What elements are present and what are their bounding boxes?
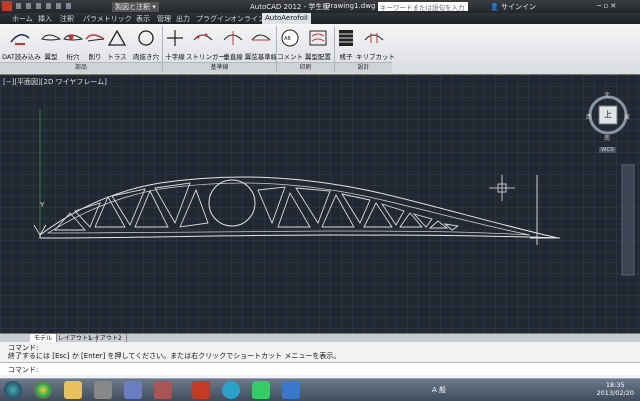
ribbon-panel: DAT読み込み 翼型 桁穴 削り トラス 肉抜き穴 十字線 ストリンガー 垂直線… — [0, 24, 640, 75]
group-design: 設計 — [335, 62, 392, 73]
stringer-icon — [193, 33, 213, 41]
airfoil-icon — [41, 34, 62, 41]
viewport-controls[interactable]: [−][平面図][2D ワイヤフレーム] — [3, 77, 107, 87]
vertical-line-icon — [223, 31, 243, 45]
drawing-canvas[interactable]: 上 北 南 西 東 WCS Y — [0, 75, 640, 333]
svg-text:AB: AB — [284, 36, 291, 42]
rib-cut-icon — [364, 33, 384, 43]
import-icon — [10, 34, 30, 45]
command-history-2: 終了するには [Esc] か [Enter] を押してください。または右クリック… — [8, 352, 341, 360]
title-bar: 製図と注釈 ▾ AutoCAD 2012 - 学生版 Drawing1.dwg … — [0, 0, 640, 14]
dat-import-button[interactable]: DAT読み込み — [2, 26, 41, 64]
app-logo-icon[interactable] — [2, 1, 12, 11]
start-button-icon[interactable] — [4, 381, 22, 399]
drawing-svg — [33, 95, 635, 276]
crosshair-button[interactable]: 十字線 — [162, 26, 188, 64]
windows-taskbar: A 般 18:35 2013/02/20 — [0, 378, 640, 401]
file-name: Drawing1.dwg — [325, 2, 376, 10]
chrome-icon[interactable] — [34, 381, 52, 399]
tab-plugin[interactable]: プラグイン — [196, 14, 231, 24]
group-print: 印刷 — [277, 62, 334, 73]
viewcube-top[interactable]: 上 — [604, 109, 612, 120]
media-icon[interactable] — [222, 381, 240, 399]
truss-button[interactable]: トラス — [104, 26, 130, 64]
cut-icon — [85, 34, 105, 42]
command-input[interactable]: コマンド: — [0, 362, 640, 375]
rib-icon — [339, 30, 353, 46]
cursor-crosshair-icon — [489, 175, 515, 201]
vertical-line-button[interactable]: 垂直線 — [220, 26, 246, 64]
truss-holes[interactable] — [54, 182, 460, 231]
airfoil-layout-button[interactable]: 翼型配置 — [302, 26, 334, 64]
truss-icon — [107, 29, 127, 46]
tab-manage[interactable]: 管理 — [157, 14, 171, 24]
group-reference-lines: 基準線 — [163, 62, 276, 73]
tab-online[interactable]: オンライン — [230, 14, 265, 24]
quick-access-icons[interactable] — [16, 3, 76, 9]
lightening-hole-button[interactable]: 肉抜き穴 — [130, 26, 162, 64]
rib-button[interactable]: 桟子 — [334, 26, 358, 64]
clock-time: 18:35 — [605, 381, 625, 389]
command-prompt: コマンド: — [8, 366, 39, 374]
signin-button[interactable]: 👤 サインイン — [490, 2, 536, 12]
tab-insert[interactable]: 挿入 — [38, 14, 52, 24]
folder-icon[interactable] — [64, 381, 82, 399]
app2-icon[interactable] — [154, 381, 172, 399]
notepad-icon[interactable] — [124, 381, 142, 399]
app3-icon[interactable] — [252, 381, 270, 399]
chord-line-icon — [251, 34, 271, 41]
chord-line-button[interactable]: 翼弦基準線 — [244, 26, 278, 64]
tab-view[interactable]: 表示 — [136, 14, 150, 24]
autocad-icon[interactable] — [192, 381, 210, 399]
spar-hole-icon — [63, 34, 84, 41]
tab-autoaerofoil[interactable]: AutoAerofoil — [262, 13, 311, 24]
viewcube-south[interactable]: 南 — [604, 133, 610, 142]
viewcube-north[interactable]: 北 — [604, 90, 610, 99]
wcs-menu[interactable]: WCS — [599, 147, 616, 153]
navigation-bar[interactable] — [621, 164, 635, 276]
tab-parametric[interactable]: パラメトリック — [83, 14, 132, 24]
stringer-button[interactable]: ストリンガー — [186, 26, 225, 64]
app-icon[interactable] — [94, 381, 112, 399]
clock-date: 2013/02/20 — [596, 389, 634, 397]
viewcube-east[interactable]: 東 — [624, 112, 630, 121]
crosshair-icon — [167, 30, 183, 46]
viewcube-west[interactable]: 西 — [586, 112, 592, 121]
airfoil-layout-icon — [309, 30, 327, 46]
workspace-select[interactable]: 製図と注釈 ▾ — [112, 2, 159, 12]
group-parts: 部品 — [0, 62, 162, 73]
tab-output[interactable]: 出力 — [176, 14, 190, 24]
word-icon[interactable] — [282, 381, 300, 399]
y-axis-label: Y — [40, 201, 45, 209]
tab-home[interactable]: ホーム — [12, 14, 33, 24]
ime-indicator[interactable]: A 般 — [432, 385, 446, 395]
search-input[interactable]: キーワードまたは語句を入力 — [378, 2, 468, 12]
rib-cut-button[interactable]: キリブカット — [356, 26, 395, 64]
system-clock[interactable]: 18:35 2013/02/20 — [597, 381, 634, 397]
window-controls[interactable]: ─ ▫ ✕ — [597, 2, 616, 10]
spar-hole[interactable] — [208, 179, 256, 227]
comment-button[interactable]: AB コメント — [276, 26, 304, 64]
command-window: コマンド: 終了するには [Esc] か [Enter] を押してください。また… — [0, 342, 640, 378]
comment-icon: AB — [281, 29, 299, 47]
lightening-hole-icon — [138, 30, 154, 46]
tab-annotate[interactable]: 注釈 — [60, 14, 74, 24]
app-title: AutoCAD 2012 - 学生版 — [250, 3, 330, 11]
